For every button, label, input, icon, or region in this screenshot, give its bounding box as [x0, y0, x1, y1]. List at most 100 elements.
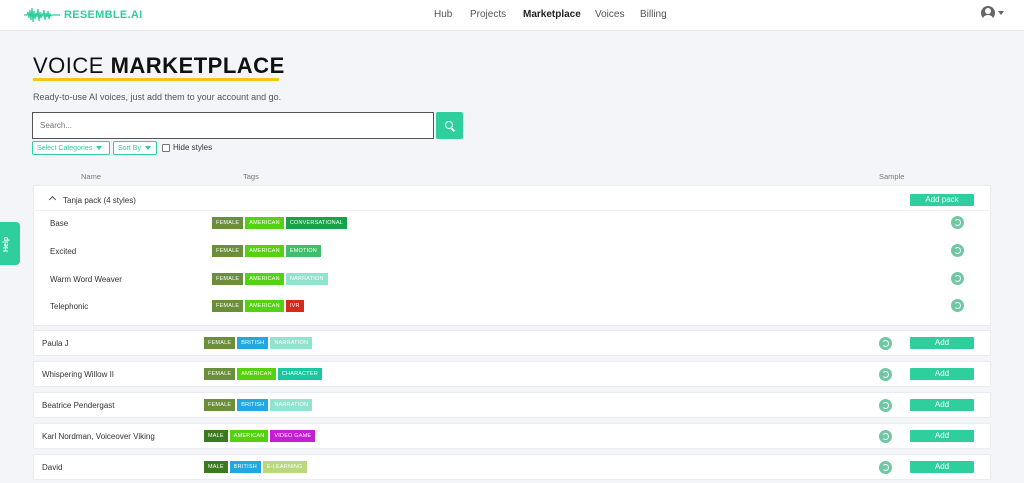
voice-pack-card: Tanja pack (4 styles) Add pack Base FEMAL… — [33, 185, 991, 326]
voice-row: David MALE BRITISH E-LEARNING Add — [33, 454, 991, 480]
tag-list: FEMALE AMERICAN CHARACTER — [204, 368, 322, 380]
play-sample-icon[interactable] — [879, 461, 892, 474]
tag-american: AMERICAN — [245, 245, 284, 257]
tag-female: FEMALE — [212, 217, 244, 229]
tag-female: FEMALE — [204, 368, 236, 380]
caret-down-icon — [96, 146, 103, 150]
tag-narration: NARRATION — [285, 273, 328, 285]
sort-by-dropdown[interactable]: Sort By — [113, 141, 157, 155]
tag-narration: NARRATION — [270, 337, 313, 349]
help-tab[interactable]: Help — [0, 222, 20, 265]
tag-british: BRITISH — [237, 337, 269, 349]
voice-name[interactable]: Beatrice Pendergast — [42, 401, 115, 410]
tag-american: AMERICAN — [229, 430, 269, 442]
nav-billing[interactable]: Billing — [640, 9, 667, 20]
tag-conversational: CONVERSATIONAL — [285, 217, 347, 229]
tag-emotion: EMOTION — [285, 245, 321, 257]
avatar-icon — [981, 6, 995, 20]
hide-styles-label: Hide styles — [173, 143, 213, 152]
brand-name: RESEMBLE.AI — [64, 9, 143, 21]
add-voice-button[interactable]: Add — [910, 399, 974, 411]
tag-e-learning: E-LEARNING — [262, 461, 307, 473]
search-icon — [444, 120, 453, 129]
play-sample-icon[interactable] — [879, 337, 892, 350]
title-bold: MARKETPLACE — [110, 53, 285, 78]
tag-american: AMERICAN — [245, 217, 284, 229]
nav-voices[interactable]: Voices — [595, 9, 624, 20]
tag-list: FEMALE AMERICAN CONVERSATIONAL — [212, 217, 347, 229]
top-nav-bar: RESEMBLE.AI Hub Projects Marketplace Voi… — [0, 0, 1024, 31]
tag-list: FEMALE BRITISH NARRATION — [204, 337, 313, 349]
add-voice-button[interactable]: Add — [910, 430, 974, 442]
voice-row: Whispering Willow II FEMALE AMERICAN CHARAC… — [33, 361, 991, 387]
play-sample-icon[interactable] — [879, 399, 892, 412]
select-categories-dropdown[interactable]: Select Categories — [32, 141, 110, 155]
style-name: Excited — [50, 247, 77, 256]
tag-list: MALE BRITISH E-LEARNING — [204, 461, 307, 473]
style-name: Warm Word Weaver — [50, 275, 122, 284]
waveform-icon — [24, 7, 60, 23]
tag-video-game: VIDEO GAME — [270, 430, 316, 442]
voice-row: Paula J FEMALE BRITISH NARRATION Add — [33, 330, 991, 356]
tag-narration: NARRATION — [270, 399, 313, 411]
tag-american: AMERICAN — [245, 273, 284, 285]
title-underline — [33, 78, 279, 81]
page-title: VOICE MARKETPLACE — [33, 53, 285, 79]
tag-female: FEMALE — [212, 273, 244, 285]
page-subtitle: Ready-to-use AI voices, just add them to… — [33, 92, 282, 102]
tag-british: BRITISH — [229, 461, 261, 473]
tag-american: AMERICAN — [237, 368, 276, 380]
voice-name[interactable]: David — [42, 463, 62, 472]
tag-list: FEMALE AMERICAN IVR — [212, 300, 304, 312]
categories-label: Select Categories — [37, 144, 93, 152]
tag-female: FEMALE — [204, 399, 236, 411]
play-sample-icon[interactable] — [951, 216, 964, 229]
column-header-name: Name — [81, 172, 102, 181]
nav-marketplace[interactable]: Marketplace — [523, 9, 581, 20]
hide-styles-checkbox[interactable] — [162, 143, 170, 152]
column-header-sample: Sample — [879, 172, 905, 181]
voice-name[interactable]: Whispering Willow II — [42, 370, 114, 379]
voice-row: Beatrice Pendergast FEMALE BRITISH NARRATIO… — [33, 392, 991, 418]
add-pack-button[interactable]: Add pack — [910, 194, 974, 206]
voice-name[interactable]: Paula J — [42, 339, 69, 348]
add-voice-button[interactable]: Add — [910, 461, 974, 473]
nav-projects[interactable]: Projects — [470, 9, 506, 20]
tag-american: AMERICAN — [245, 300, 284, 312]
tag-ivr: IVR — [285, 300, 304, 312]
brand-logo[interactable]: RESEMBLE.AI — [24, 6, 142, 24]
tag-male: MALE — [204, 461, 228, 473]
play-sample-icon[interactable] — [879, 430, 892, 443]
tag-british: BRITISH — [237, 399, 269, 411]
tag-female: FEMALE — [212, 300, 244, 312]
tag-list: FEMALE BRITISH NARRATION — [204, 399, 313, 411]
hide-styles-toggle[interactable]: Hide styles — [162, 143, 212, 152]
chevron-down-icon — [998, 11, 1004, 15]
play-sample-icon[interactable] — [951, 272, 964, 285]
voice-name[interactable]: Karl Nordman, Voiceover Viking — [42, 432, 155, 441]
tag-list: FEMALE AMERICAN NARRATION — [212, 273, 328, 285]
play-sample-icon[interactable] — [951, 299, 964, 312]
play-sample-icon[interactable] — [879, 368, 892, 381]
add-voice-button[interactable]: Add — [910, 368, 974, 380]
tag-list: FEMALE AMERICAN EMOTION — [212, 245, 321, 257]
tag-male: MALE — [204, 430, 228, 442]
caret-down-icon — [144, 146, 151, 150]
add-voice-button[interactable]: Add — [910, 337, 974, 349]
pack-title[interactable]: Tanja pack (4 styles) — [63, 196, 136, 205]
search-button[interactable] — [436, 112, 463, 139]
nav-hub[interactable]: Hub — [434, 9, 452, 20]
help-label: Help — [3, 236, 10, 252]
voice-row: Karl Nordman, Voiceover Viking MALE AMERIC… — [33, 423, 991, 449]
play-sample-icon[interactable] — [951, 244, 964, 257]
tag-female: FEMALE — [204, 337, 236, 349]
tag-character: CHARACTER — [277, 368, 322, 380]
title-light: VOICE — [33, 53, 111, 78]
chevron-up-icon[interactable] — [48, 195, 57, 204]
user-menu[interactable] — [981, 6, 1004, 20]
divider — [34, 210, 990, 211]
style-name: Base — [50, 219, 69, 228]
search-input[interactable] — [32, 112, 434, 139]
tag-female: FEMALE — [212, 245, 244, 257]
style-name: Telephonic — [50, 302, 89, 311]
